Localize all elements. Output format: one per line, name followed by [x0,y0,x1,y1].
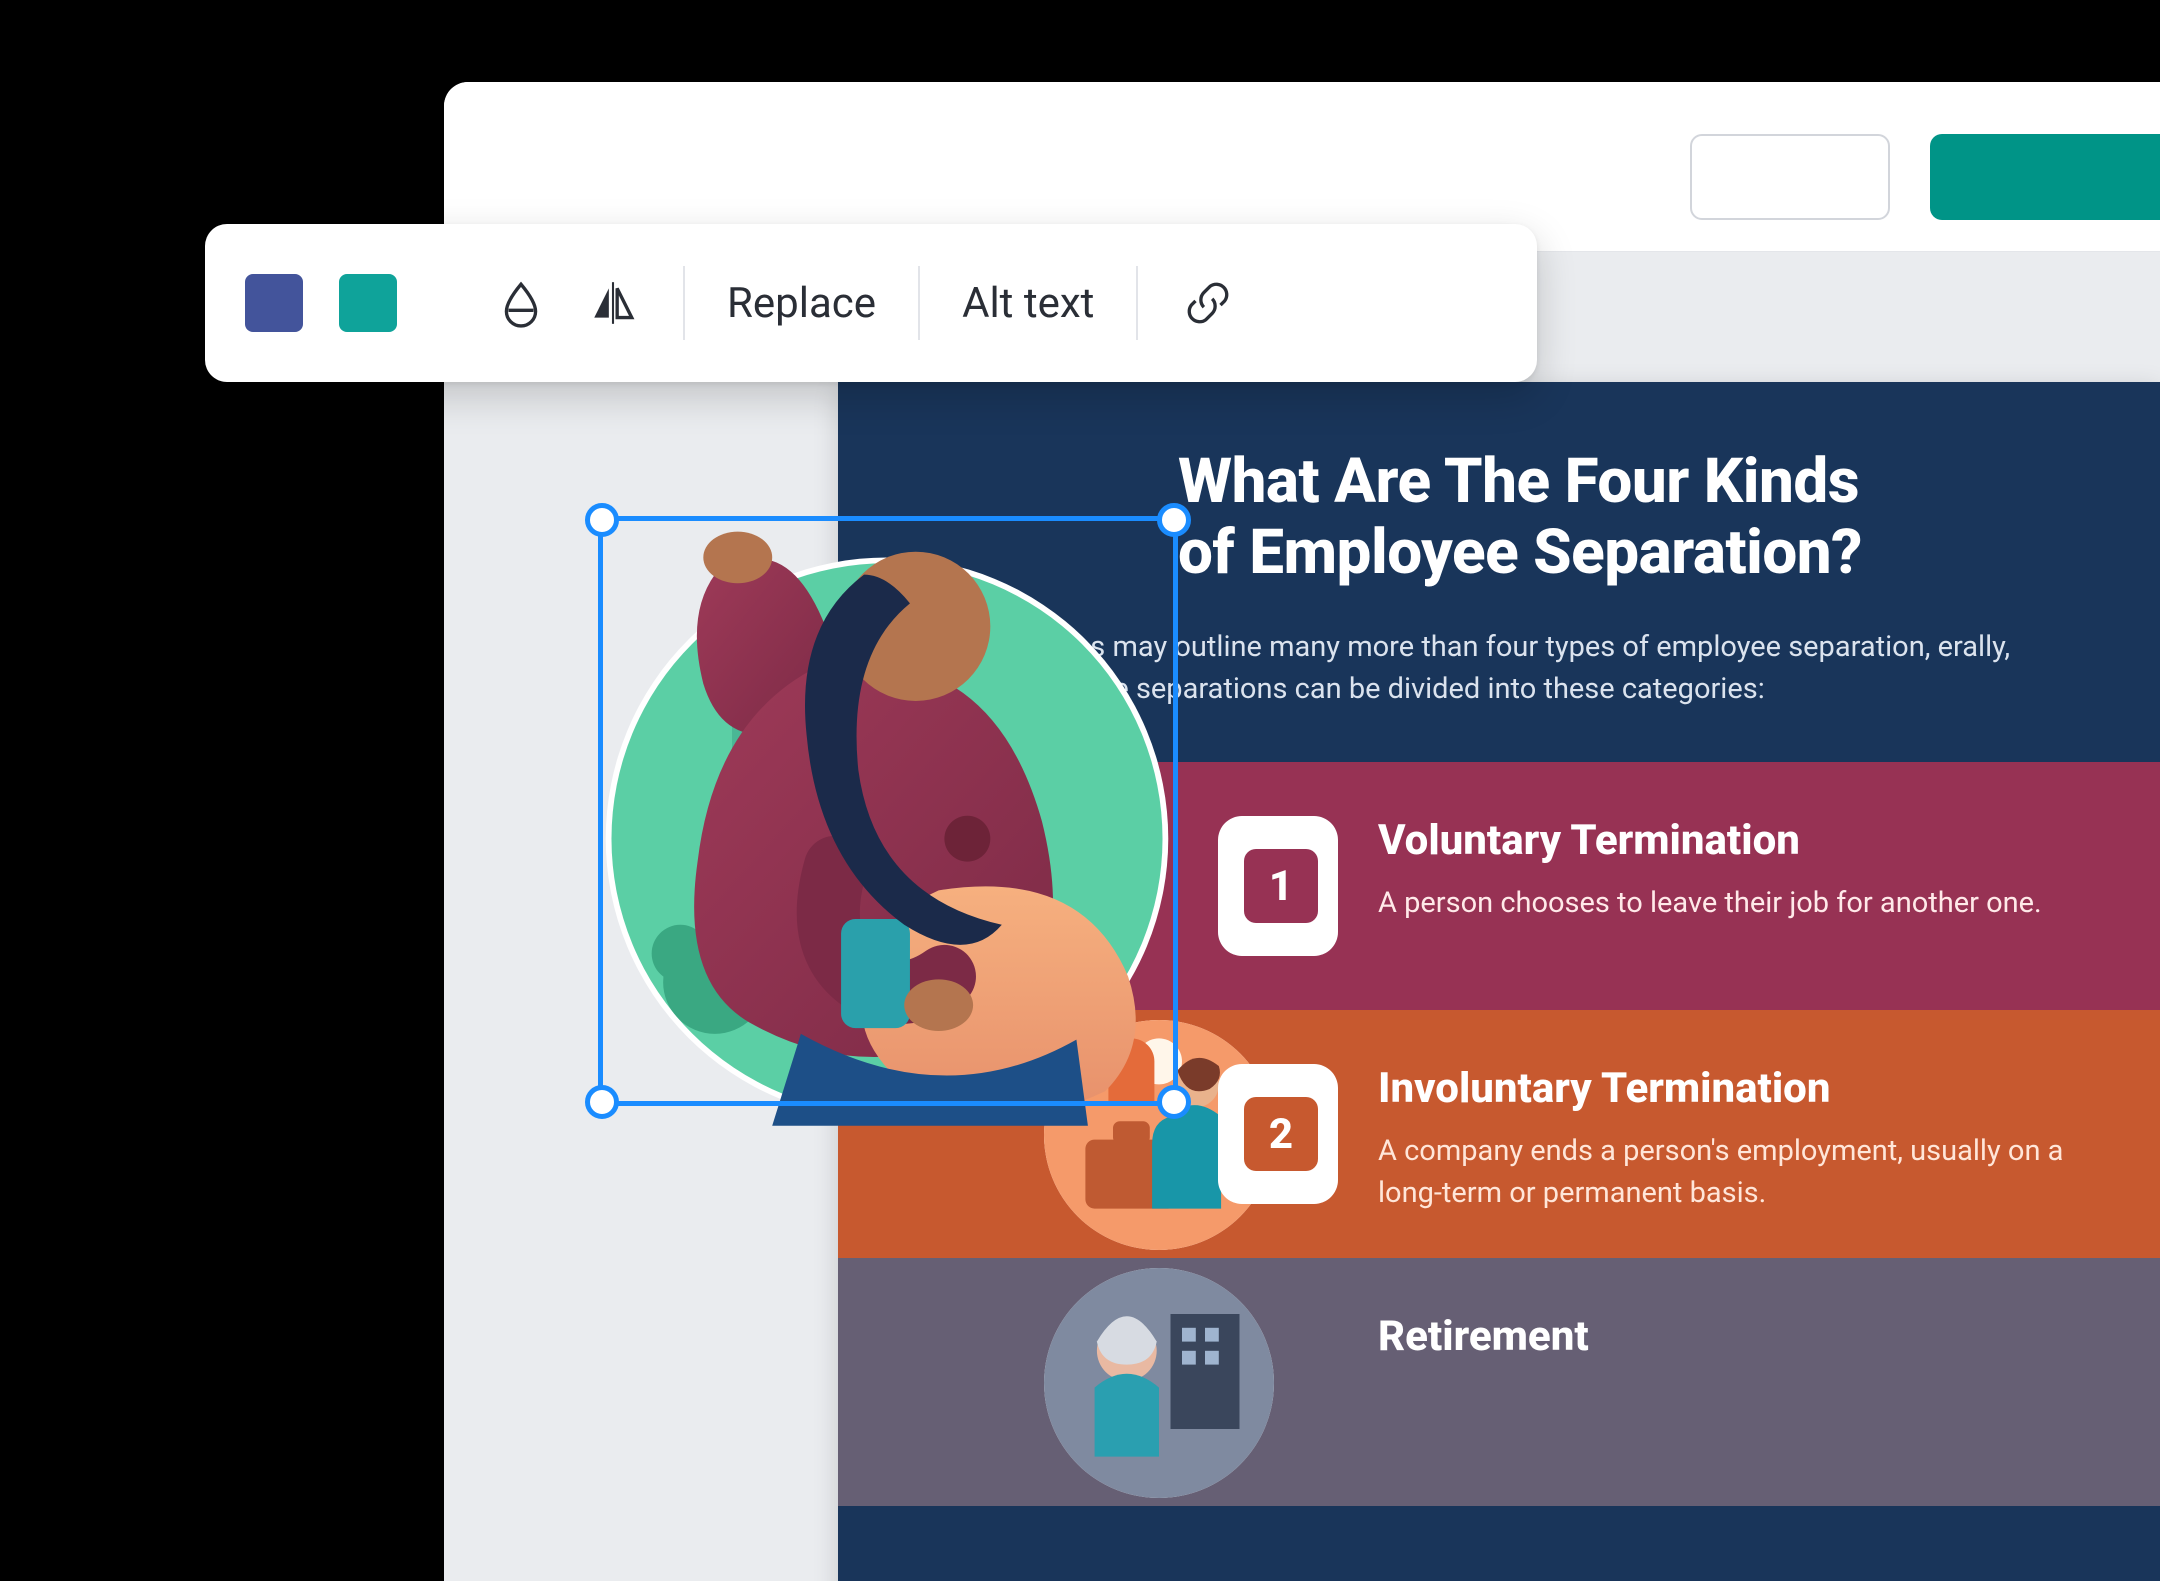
row-illustration[interactable] [1044,1268,1274,1498]
color-swatch-2[interactable] [339,274,397,332]
row-retirement[interactable]: Retirement [838,1258,2160,1506]
replace-button[interactable]: Replace [727,279,876,328]
row-number: 2 [1244,1097,1318,1171]
document-title: What Are The Four Kinds of Employee Sepa… [1178,446,1862,589]
row-desc: A person chooses to leave their job for … [1378,882,2100,924]
flip-horizontal-icon[interactable] [585,275,641,331]
context-toolbar: Replace Alt text [205,224,1537,382]
row-title: Voluntary Termination [1378,816,1800,865]
row-number: 1 [1244,849,1318,923]
row-desc: A company ends a person's employment, us… [1378,1130,2100,1214]
selected-illustration[interactable] [600,520,1174,1100]
color-swatch-1[interactable] [245,274,303,332]
number-badge: 2 [1218,1064,1338,1204]
separator [683,266,685,340]
row-title: Involuntary Termination [1378,1064,1830,1113]
link-icon[interactable] [1180,275,1236,331]
title-line-1: What Are The Four Kinds [1178,445,1859,518]
row-title: Retirement [1378,1312,1589,1361]
topbar-primary-button[interactable] [1930,134,2160,220]
topbar-outline-button[interactable] [1690,134,1890,220]
alt-text-button[interactable]: Alt text [962,279,1094,328]
separator [1136,266,1138,340]
title-line-2: of Employee Separation? [1178,516,1862,589]
opacity-icon[interactable] [493,275,549,331]
separator [918,266,920,340]
number-badge: 1 [1218,816,1338,956]
